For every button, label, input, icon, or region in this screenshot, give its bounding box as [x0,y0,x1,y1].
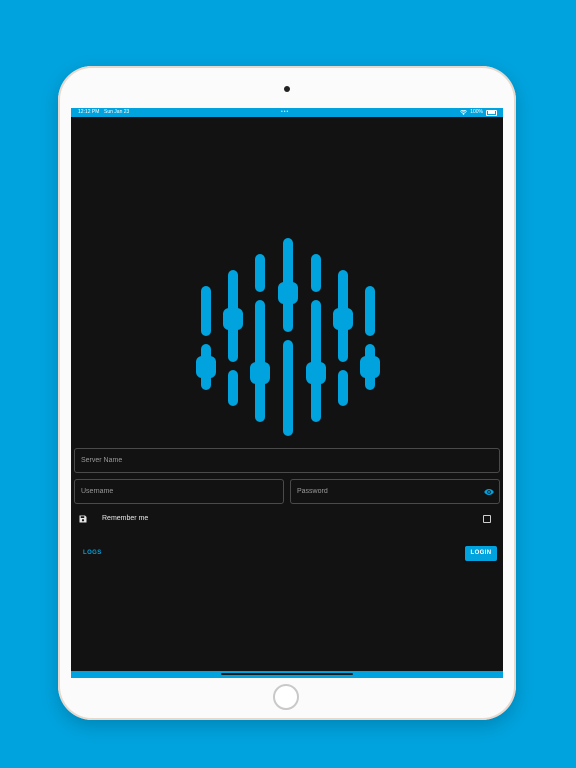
front-camera [284,86,290,92]
server-name-input[interactable] [75,449,499,472]
server-name-field[interactable] [74,448,500,473]
status-right: 100% [460,108,497,117]
remember-me-label: Remember me [102,515,149,522]
username-input[interactable] [75,480,283,503]
battery-icon [486,109,497,116]
password-field[interactable] [290,479,500,504]
username-field[interactable] [74,479,284,504]
login-button[interactable]: LOGIN [465,546,497,561]
equalizer-sphere-logo [196,238,380,436]
remember-me-checkbox[interactable] [483,515,491,523]
app-screen: 12:12 PM Sun Jan 23 ••• 100% Server Name… [71,108,503,678]
logs-button[interactable]: LOGS [78,546,107,560]
home-indicator[interactable] [221,673,353,675]
password-input[interactable] [291,480,499,503]
eye-icon[interactable] [484,488,494,496]
home-button[interactable] [273,684,299,710]
wifi-icon [460,110,468,115]
battery-percent: 100% [470,109,483,115]
save-icon [79,515,87,523]
status-time: 12:12 PM [78,109,100,115]
status-date: Sun Jan 23 [104,109,130,115]
multitasking-dots[interactable]: ••• [281,108,289,117]
status-bar: 12:12 PM Sun Jan 23 ••• 100% [71,108,503,117]
